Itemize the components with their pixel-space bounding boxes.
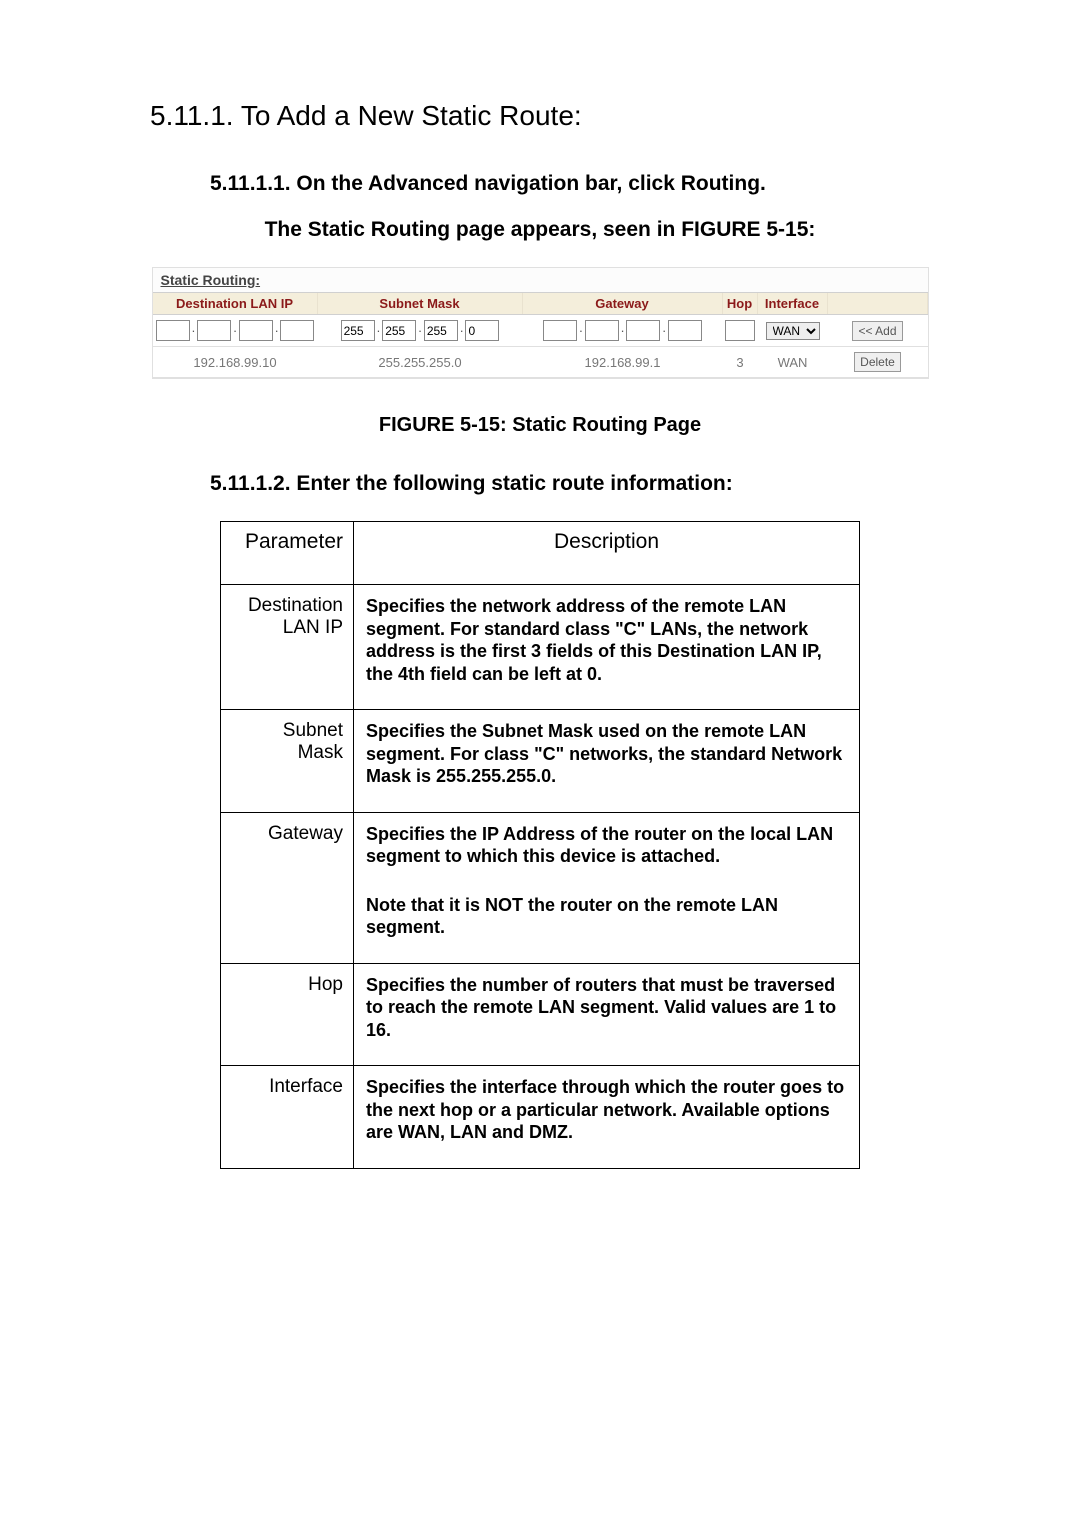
param-name: Interface [221, 1066, 354, 1169]
static-routing-figure: Static Routing: Destination LAN IP Subne… [152, 267, 929, 379]
heading-5-11-1-2: 5.11.1.2. Enter the following static rou… [210, 472, 930, 496]
param-header-param: Parameter [221, 522, 354, 585]
col-header-hop: Hop [723, 293, 758, 314]
gw-ip-4[interactable] [668, 320, 702, 341]
heading-5-11-1-1: 5.11.1.1. On the Advanced navigation bar… [210, 172, 930, 196]
mask-ip-input[interactable]: . . . [320, 320, 521, 341]
dest-ip-4[interactable] [280, 320, 314, 341]
subheading-figure-intro: The Static Routing page appears, seen in… [150, 218, 930, 242]
data-if: WAN [758, 353, 828, 372]
param-desc: Specifies the Subnet Mask used on the re… [354, 710, 860, 813]
mask-ip-3[interactable] [424, 320, 458, 341]
add-button[interactable]: << Add [852, 321, 902, 341]
dest-ip-1[interactable] [156, 320, 190, 341]
routing-data-row: 192.168.99.10 255.255.255.0 192.168.99.1… [153, 347, 928, 378]
gw-ip-3[interactable] [626, 320, 660, 341]
heading-5-11-1: 5.11.1. To Add a New Static Route: [150, 100, 930, 132]
param-name: Destination LAN IP [221, 585, 354, 710]
col-header-mask: Subnet Mask [318, 293, 523, 314]
hop-input[interactable] [725, 320, 755, 341]
dest-ip-2[interactable] [197, 320, 231, 341]
parameter-table: Parameter Description Destination LAN IP… [220, 521, 860, 1169]
mask-ip-4[interactable] [465, 320, 499, 341]
routing-table-header: Destination LAN IP Subnet Mask Gateway H… [153, 292, 928, 315]
data-hop: 3 [723, 353, 758, 372]
mask-ip-1[interactable] [341, 320, 375, 341]
table-row: Interface Specifies the interface throug… [221, 1066, 860, 1169]
interface-select[interactable]: WAN [766, 322, 820, 340]
param-name: Gateway [221, 812, 354, 963]
param-desc: Specifies the interface through which th… [354, 1066, 860, 1169]
param-desc: Specifies the number of routers that mus… [354, 963, 860, 1066]
static-routing-title: Static Routing: [153, 268, 928, 292]
data-mask: 255.255.255.0 [318, 353, 523, 372]
data-dest: 192.168.99.10 [153, 353, 318, 372]
table-row: Hop Specifies the number of routers that… [221, 963, 860, 1066]
delete-button[interactable]: Delete [854, 352, 901, 372]
gw-ip-1[interactable] [543, 320, 577, 341]
table-row: Destination LAN IP Specifies the network… [221, 585, 860, 710]
param-name: Hop [221, 963, 354, 1066]
param-header-desc: Description [354, 522, 860, 585]
mask-ip-2[interactable] [382, 320, 416, 341]
col-header-blank [828, 293, 928, 314]
data-gw: 192.168.99.1 [523, 353, 723, 372]
param-name: Subnet Mask [221, 710, 354, 813]
gw-ip-2[interactable] [585, 320, 619, 341]
param-desc: Specifies the IP Address of the router o… [354, 812, 860, 963]
dest-ip-3[interactable] [239, 320, 273, 341]
col-header-if: Interface [758, 293, 828, 314]
figure-caption: FIGURE 5-15: Static Routing Page [150, 414, 930, 437]
table-row: Subnet Mask Specifies the Subnet Mask us… [221, 710, 860, 813]
dest-ip-input[interactable]: . . . [155, 320, 316, 341]
col-header-dest: Destination LAN IP [153, 293, 318, 314]
param-note: Note that it is NOT the router on the re… [366, 894, 847, 939]
gw-ip-input[interactable]: . . . [525, 320, 721, 341]
table-row: Gateway Specifies the IP Address of the … [221, 812, 860, 963]
param-desc: Specifies the network address of the rem… [354, 585, 860, 710]
col-header-gw: Gateway [523, 293, 723, 314]
routing-input-row: . . . . . . . . . [153, 315, 928, 347]
document-page: 5.11.1. To Add a New Static Route: 5.11.… [0, 0, 1080, 1528]
